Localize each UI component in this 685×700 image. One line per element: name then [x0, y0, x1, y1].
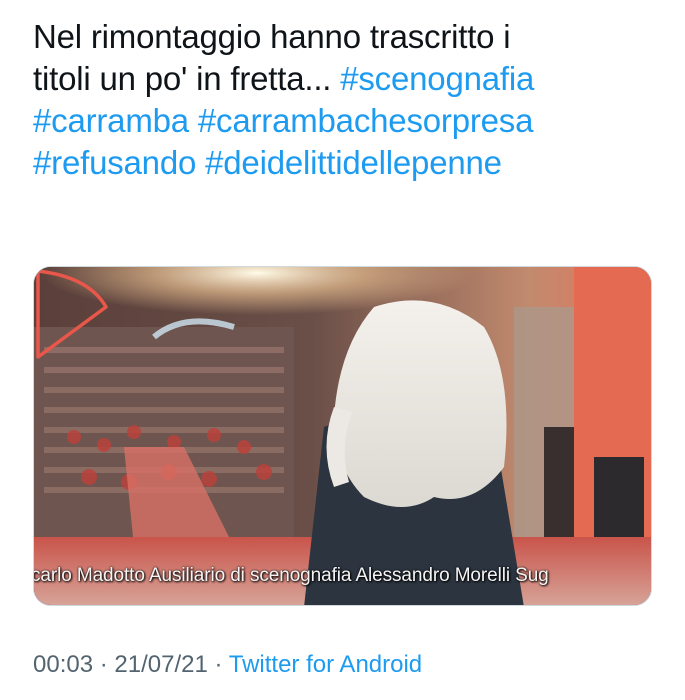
video-frame: [34, 267, 651, 605]
tweet-text: Nel rimontaggio hanno trascritto i titol…: [33, 16, 663, 184]
tweet-text-line-2: titoli un po' in fretta... #scenognafia: [33, 58, 663, 100]
hashtag-scenognafia[interactable]: #scenognafia: [340, 60, 534, 97]
hashtag-deidelittidellepenne[interactable]: #deidelittidellepenne: [205, 144, 502, 181]
video-caption: carlo Madotto Ausiliario di scenognafia …: [34, 563, 651, 597]
tweet-text-line-4: #refusando #deidelittidellepenne: [33, 142, 663, 184]
hashtag-refusando[interactable]: #refusando: [33, 144, 196, 181]
hashtag-carrambachesorpresa[interactable]: #carrambachesorpresa: [198, 102, 534, 139]
tweet-metadata: 00:03 · 21/07/21 · Twitter for Android: [33, 650, 422, 680]
tweet-text-line-1: Nel rimontaggio hanno trascritto i: [33, 18, 511, 55]
video-caption-text: carlo Madotto Ausiliario di scenognafia …: [34, 565, 549, 586]
play-triangle-icon[interactable]: [34, 267, 114, 363]
meta-separator: ·: [214, 651, 223, 678]
tweet-time: 00:03: [33, 651, 94, 678]
tweet-source-link[interactable]: Twitter for Android: [229, 651, 422, 678]
meta-separator: ·: [99, 651, 108, 678]
video-media[interactable]: carlo Madotto Ausiliario di scenognafia …: [33, 266, 652, 606]
tweet-text-line-3: #carramba #carrambachesorpresa: [33, 100, 663, 142]
hashtag-carramba[interactable]: #carramba: [33, 102, 189, 139]
tweet-date: 21/07/21: [114, 651, 208, 678]
tweet-text-fragment: titoli un po' in fretta...: [33, 60, 341, 97]
